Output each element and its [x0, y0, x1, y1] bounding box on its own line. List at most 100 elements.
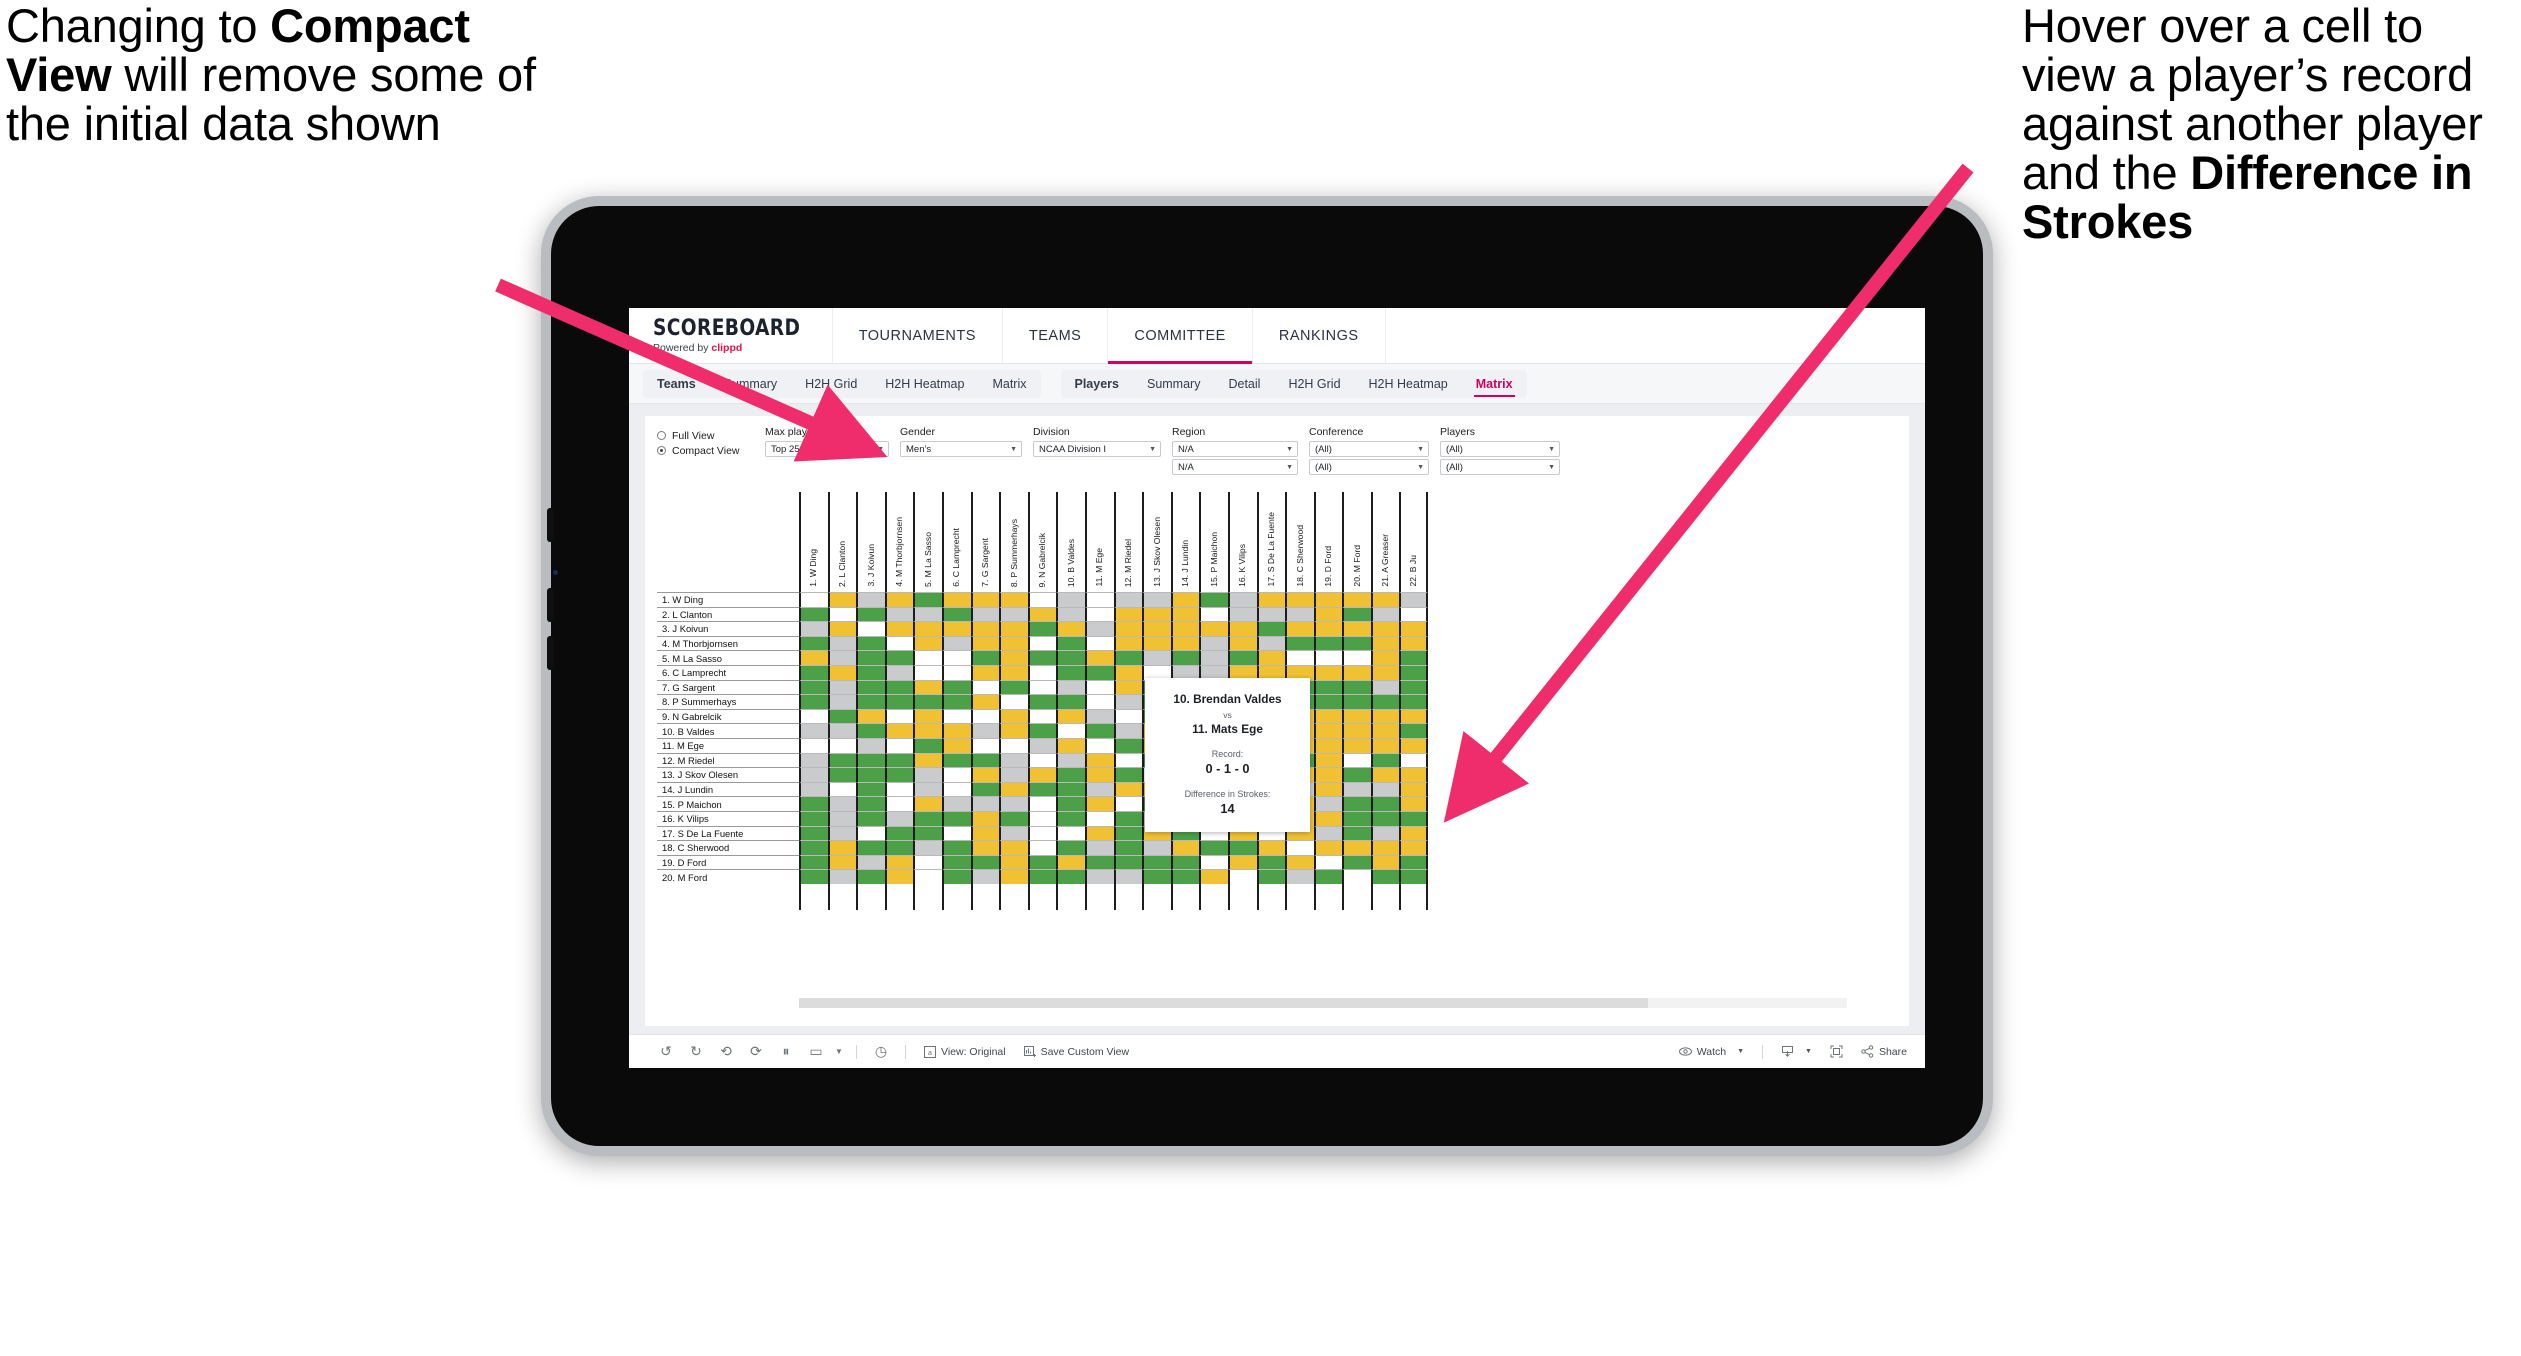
matrix-cell[interactable]	[1342, 679, 1371, 695]
matrix-cell[interactable]	[856, 635, 885, 651]
matrix-cell[interactable]	[1027, 694, 1057, 709]
matrix-cell[interactable]	[913, 635, 942, 651]
matrix-cell[interactable]	[856, 723, 885, 738]
select-region-1[interactable]: N/A ▼	[1172, 441, 1298, 457]
matrix-cell[interactable]	[941, 752, 971, 768]
matrix-cell[interactable]	[999, 635, 1028, 651]
matrix-cell[interactable]	[1399, 606, 1429, 622]
matrix-cell[interactable]	[1342, 796, 1371, 811]
subtab-players-h2h-heatmap[interactable]: H2H Heatmap	[1355, 370, 1462, 398]
matrix-cell[interactable]	[827, 635, 857, 651]
matrix-cell[interactable]	[941, 796, 971, 811]
matrix-cell[interactable]	[1199, 621, 1228, 636]
matrix-cell[interactable]	[970, 752, 1000, 768]
matrix-cell[interactable]	[913, 796, 942, 811]
matrix-cell[interactable]	[1313, 635, 1343, 651]
view-original-button[interactable]: a View: Original	[915, 1045, 1015, 1058]
matrix-cell[interactable]	[856, 592, 885, 607]
matrix-cell[interactable]	[941, 767, 971, 782]
matrix-cell[interactable]	[1027, 796, 1057, 811]
matrix-cell[interactable]	[856, 840, 885, 855]
matrix-cell[interactable]	[913, 767, 942, 782]
matrix-cell[interactable]	[1370, 781, 1400, 797]
matrix-cell[interactable]	[1370, 796, 1400, 811]
matrix-cell[interactable]	[1313, 679, 1343, 695]
select-gender[interactable]: Men’s ▼	[900, 441, 1022, 457]
matrix-cell[interactable]	[941, 621, 971, 636]
matrix-cell[interactable]	[884, 650, 914, 665]
matrix-cell[interactable]	[941, 781, 971, 797]
matrix-cell[interactable]	[1313, 752, 1343, 768]
matrix-cell[interactable]	[1399, 664, 1429, 680]
matrix-cell[interactable]	[1056, 635, 1085, 651]
matrix-cell[interactable]	[999, 752, 1028, 768]
matrix-cell[interactable]	[1399, 825, 1429, 841]
matrix-cell[interactable]	[1342, 854, 1371, 870]
matrix-cell[interactable]	[827, 869, 857, 884]
radio-full-view[interactable]: Full View	[657, 428, 765, 443]
matrix-cell[interactable]	[1056, 796, 1085, 811]
chevron-down-icon[interactable]: ▼	[831, 1047, 847, 1056]
matrix-cell[interactable]	[884, 679, 914, 695]
subtab-players-h2h-grid[interactable]: H2H Grid	[1274, 370, 1354, 398]
matrix-cell[interactable]	[1084, 737, 1114, 753]
matrix-cell[interactable]	[884, 621, 914, 636]
matrix-cell[interactable]	[827, 781, 857, 797]
matrix-cell[interactable]	[1142, 635, 1171, 651]
matrix-cell[interactable]	[827, 854, 857, 870]
matrix-cell[interactable]	[1227, 635, 1257, 651]
matrix-cell[interactable]	[941, 606, 971, 622]
matrix-cell[interactable]	[799, 621, 828, 636]
matrix-cell[interactable]	[884, 723, 914, 738]
matrix-cell[interactable]	[884, 708, 914, 724]
matrix-cell[interactable]	[1027, 840, 1057, 855]
select-division[interactable]: NCAA Division I ▼	[1033, 441, 1161, 457]
matrix-cell[interactable]	[1370, 869, 1400, 884]
matrix-cell[interactable]	[1113, 752, 1143, 768]
matrix-cell[interactable]	[999, 854, 1028, 870]
matrix-cell[interactable]	[1056, 752, 1085, 768]
matrix-cell[interactable]	[827, 752, 857, 768]
matrix-cell[interactable]	[999, 869, 1028, 884]
subtab-players-detail[interactable]: Detail	[1214, 370, 1274, 398]
matrix-cell[interactable]	[856, 694, 885, 709]
matrix-cell[interactable]	[856, 781, 885, 797]
matrix-cell[interactable]	[1113, 869, 1143, 884]
matrix-cell[interactable]	[941, 723, 971, 738]
matrix-cell[interactable]	[1342, 606, 1371, 622]
matrix-cell[interactable]	[1199, 840, 1228, 855]
matrix-cell[interactable]	[970, 767, 1000, 782]
matrix-cell[interactable]	[941, 664, 971, 680]
pause-icon[interactable]: ⏸	[771, 1043, 801, 1060]
matrix-cell[interactable]	[1313, 606, 1343, 622]
matrix-cell[interactable]	[1256, 606, 1286, 622]
matrix-cell[interactable]	[1399, 694, 1429, 709]
matrix-cell[interactable]	[999, 840, 1028, 855]
matrix-cell[interactable]	[1399, 767, 1429, 782]
matrix-cell[interactable]	[1142, 854, 1171, 870]
matrix-cell[interactable]	[1399, 635, 1429, 651]
matrix-cell[interactable]	[1313, 781, 1343, 797]
matrix-cell[interactable]	[970, 869, 1000, 884]
matrix-cell[interactable]	[799, 796, 828, 811]
undo-icon[interactable]: ↺	[651, 1043, 681, 1060]
matrix-cell[interactable]	[884, 737, 914, 753]
subtab-teams[interactable]: Teams	[643, 370, 710, 398]
matrix-cell[interactable]	[1027, 752, 1057, 768]
matrix-cell[interactable]	[1370, 621, 1400, 636]
matrix-cell[interactable]	[999, 723, 1028, 738]
matrix-cell[interactable]	[1342, 840, 1371, 855]
matrix-cell[interactable]	[999, 592, 1028, 607]
matrix-cell[interactable]	[1056, 694, 1085, 709]
matrix-cell[interactable]	[1056, 737, 1085, 753]
subtab-players-summary[interactable]: Summary	[1133, 370, 1214, 398]
matrix-cell[interactable]	[1170, 869, 1200, 884]
matrix-cell[interactable]	[1084, 650, 1114, 665]
matrix-cell[interactable]	[913, 664, 942, 680]
matrix-cell[interactable]	[799, 854, 828, 870]
matrix-cell[interactable]	[1342, 781, 1371, 797]
matrix-cell[interactable]	[999, 606, 1028, 622]
highlight-icon[interactable]: ▭	[801, 1043, 831, 1060]
matrix-cell[interactable]	[999, 796, 1028, 811]
matrix-cell[interactable]	[1370, 606, 1400, 622]
